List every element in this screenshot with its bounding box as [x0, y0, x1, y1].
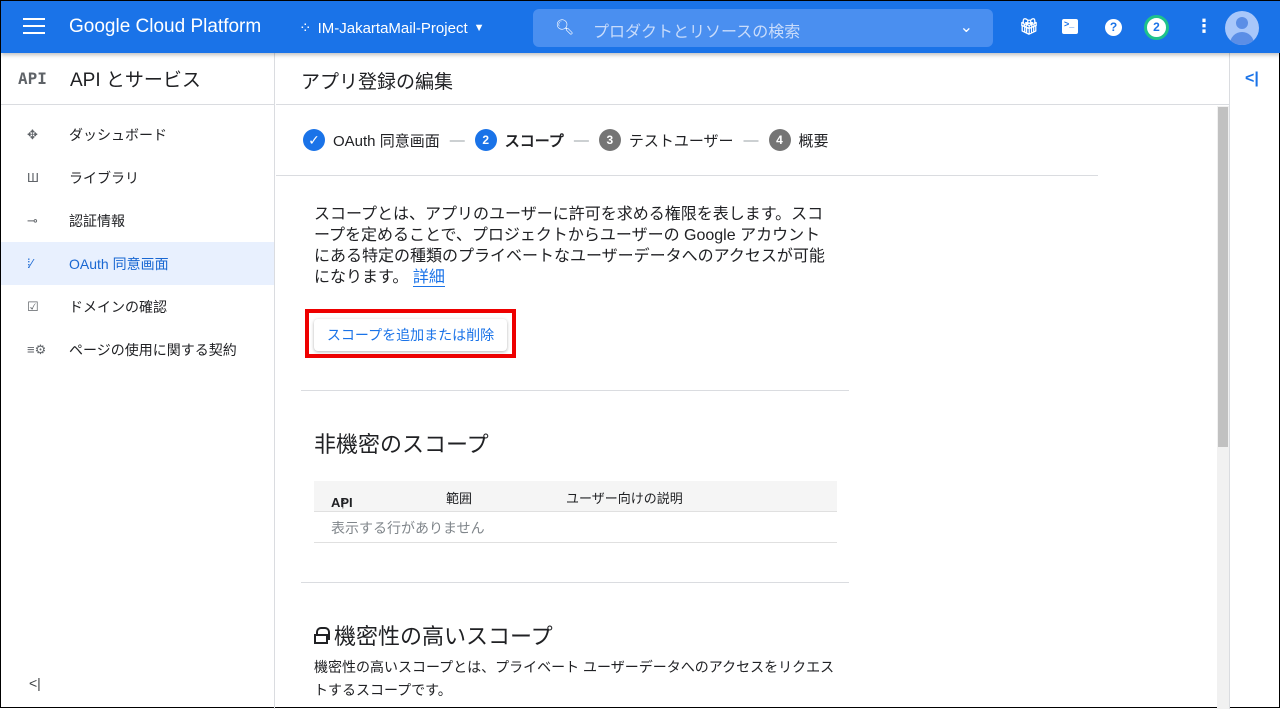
sidebar-item-credentials[interactable]: ⊸ 認証情報 — [1, 199, 274, 242]
sidebar-item-label: ドメインの確認 — [69, 298, 167, 315]
sidebar-item-label: ライブラリ — [69, 169, 139, 186]
hamburger-menu-icon[interactable] — [23, 18, 45, 36]
divider — [276, 175, 1098, 176]
right-panel: <| — [1229, 53, 1280, 709]
step-3-label[interactable]: テストユーザー — [629, 130, 734, 151]
table-header: API ↑ 範囲 ユーザー向けの説明 — [314, 481, 837, 512]
step-2-number: 2 — [474, 129, 497, 151]
more-vert-icon[interactable]: ⋮ — [1195, 16, 1213, 37]
sidebar: API API とサービス ✥ ダッシュボード Ш ライブラリ ⊸ 認証情報 ⁞⁄ OAu… — [1, 53, 275, 709]
page-header: アプリ登録の編集 — [276, 53, 1229, 105]
sidebar-item-label: OAuth 同意画面 — [69, 255, 169, 272]
library-icon: Ш — [27, 170, 39, 185]
nonsensitive-scopes-heading: 非機密のスコープ — [314, 432, 489, 457]
notifications-badge[interactable]: 2 — [1144, 15, 1169, 40]
heading-text: 機密性の高いスコープ — [334, 624, 553, 649]
table-empty-row: 表示する行がありません — [314, 512, 837, 543]
divider — [301, 390, 849, 391]
sidebar-item-label: ダッシュボード — [69, 126, 167, 143]
description-text: スコープとは、アプリのユーザーに許可を求める権限を表します。スコープを定めること… — [314, 206, 825, 286]
brand-logo[interactable]: Google Cloud Platform — [69, 16, 261, 38]
search-input[interactable]: 🔍︎ プロダクトとリソースの検索 ⌄ — [533, 9, 993, 47]
sensitive-scopes-description: 機密性の高いスコープとは、プライベート ユーザーデータへのアクセスをリクエストす… — [314, 659, 835, 698]
sidebar-title-text: API とサービス — [70, 70, 201, 91]
sort-arrow-up-icon: ↑ — [339, 495, 347, 512]
oauth-icon: ⁞⁄ — [27, 256, 33, 271]
key-icon: ⊸ — [27, 212, 38, 228]
step-4-number: 4 — [768, 129, 791, 151]
chevron-down-icon[interactable]: ⌄ — [960, 17, 973, 37]
project-selector[interactable]: ⁘ IM-JakartaMail-Project ▼ — [299, 19, 485, 38]
api-icon: API — [18, 69, 47, 88]
scope-description: スコープとは、アプリのユーザーに許可を求める権限を表します。スコープを定めること… — [314, 204, 834, 288]
sidebar-item-label: ページの使用に関する契約 — [69, 341, 237, 358]
avatar[interactable] — [1225, 11, 1259, 45]
top-bar: Google Cloud Platform ⁘ IM-JakartaMail-Pr… — [1, 1, 1280, 53]
step-2-label[interactable]: スコープ — [505, 130, 564, 151]
divider — [301, 582, 849, 583]
scrollbar-thumb[interactable] — [1218, 107, 1228, 447]
search-placeholder: プロダクトとリソースの検索 — [593, 24, 801, 41]
step-1-label[interactable]: OAuth 同意画面 — [333, 130, 440, 151]
expand-panel-icon[interactable]: <| — [1245, 70, 1259, 88]
column-user-facing-description[interactable]: ユーザー向けの説明 — [566, 488, 683, 507]
dashboard-icon: ✥ — [27, 126, 38, 142]
page-title: アプリ登録の編集 — [301, 72, 454, 93]
step-3-number: 3 — [598, 129, 621, 151]
sidebar-item-page-usage[interactable]: ≡⚙ ページの使用に関する契約 — [1, 328, 274, 371]
sidebar-item-domain-verification[interactable]: ☑ ドメインの確認 — [1, 285, 274, 328]
stepper: ✓ OAuth 同意画面 — 2 スコープ — 3 テストユーザー — 4 概要 — [303, 129, 829, 151]
project-name: IM-JakartaMail-Project — [317, 19, 468, 37]
sidebar-item-dashboard[interactable]: ✥ ダッシュボード — [1, 113, 274, 156]
settings-list-icon: ≡⚙ — [27, 341, 47, 357]
add-or-remove-scopes-button[interactable]: スコープを追加または削除 — [314, 319, 507, 351]
step-done-check-icon: ✓ — [303, 129, 325, 151]
chevron-down-icon: ▼ — [473, 22, 485, 34]
checkbox-icon: ☑ — [27, 298, 39, 314]
sidebar-item-label: 認証情報 — [69, 212, 125, 229]
search-icon: 🔍︎ — [555, 19, 575, 36]
lock-icon — [314, 627, 330, 644]
gift-icon[interactable]: 🎁︎ — [1019, 17, 1039, 37]
sensitive-scopes-heading: 機密性の高いスコープ — [314, 619, 553, 651]
cloud-shell-icon[interactable]: >_ — [1062, 19, 1078, 34]
column-scope[interactable]: 範囲 — [446, 488, 472, 507]
sidebar-item-library[interactable]: Ш ライブラリ — [1, 156, 274, 199]
sidebar-item-oauth-consent[interactable]: ⁞⁄ OAuth 同意画面 — [1, 242, 274, 285]
details-link[interactable]: 詳細 — [412, 269, 445, 287]
help-icon[interactable]: ? — [1105, 19, 1122, 36]
step-4-label[interactable]: 概要 — [799, 130, 829, 151]
collapse-sidebar-icon[interactable]: <| — [29, 675, 41, 691]
empty-message: 表示する行がありません — [331, 520, 485, 536]
project-icon: ⁘ — [299, 20, 312, 37]
sidebar-title: API API とサービス — [1, 53, 274, 105]
